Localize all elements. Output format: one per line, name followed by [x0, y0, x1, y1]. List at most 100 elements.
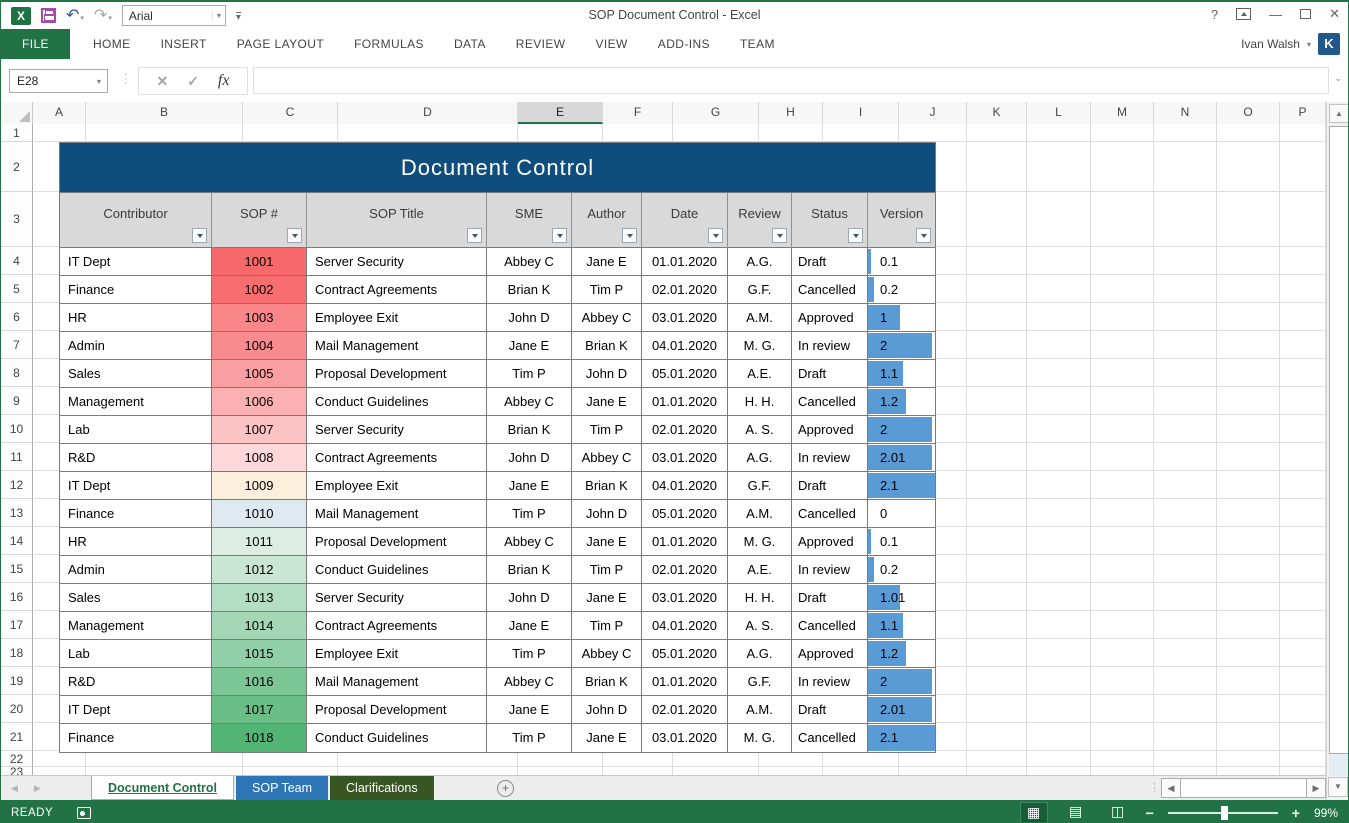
ribbon-tab-team[interactable]: TEAM	[725, 29, 790, 59]
cell-sop[interactable]: 1015	[212, 640, 307, 668]
cell-sme[interactable]: Jane E	[487, 332, 572, 360]
cell-title[interactable]: Mail Management	[307, 668, 487, 696]
row-header-14[interactable]: 14	[1, 527, 33, 555]
row-header-8[interactable]: 8	[1, 359, 33, 387]
cell-author[interactable]: Tim P	[572, 276, 642, 304]
cell-status[interactable]: In review	[792, 332, 868, 360]
cell-contributor[interactable]: HR	[60, 304, 212, 332]
cell-title[interactable]: Contract Agreements	[307, 276, 487, 304]
cell-version[interactable]: 2.1	[868, 724, 935, 752]
cell-contributor[interactable]: Management	[60, 388, 212, 416]
cell-version[interactable]: 0.2	[868, 556, 935, 584]
table-column-header-review[interactable]: Review	[728, 193, 792, 248]
row-header-19[interactable]: 19	[1, 667, 33, 695]
cell-date[interactable]: 02.01.2020	[642, 696, 728, 724]
cell-status[interactable]: Draft	[792, 584, 868, 612]
cell-sme[interactable]: Tim P	[487, 500, 572, 528]
filter-dropdown-icon[interactable]	[467, 228, 482, 243]
ribbon-tab-home[interactable]: HOME	[78, 29, 146, 59]
avatar[interactable]: K	[1318, 33, 1340, 55]
cell-sme[interactable]: Jane E	[487, 472, 572, 500]
row-header-5[interactable]: 5	[1, 275, 33, 303]
row-header-21[interactable]: 21	[1, 723, 33, 751]
table-column-header-date[interactable]: Date	[642, 193, 728, 248]
cell-date[interactable]: 01.01.2020	[642, 388, 728, 416]
column-header-A[interactable]: A	[33, 102, 86, 124]
scroll-left-icon[interactable]: ◀	[1161, 778, 1181, 798]
cell-contributor[interactable]: Lab	[60, 640, 212, 668]
cell-version[interactable]: 2	[868, 332, 935, 360]
filter-dropdown-icon[interactable]	[772, 228, 787, 243]
cell-author[interactable]: Brian K	[572, 668, 642, 696]
maximize-icon[interactable]	[1300, 9, 1311, 19]
cell-sop[interactable]: 1012	[212, 556, 307, 584]
cell-review[interactable]: A.E.	[728, 360, 792, 388]
cell-contributor[interactable]: Lab	[60, 416, 212, 444]
cell-status[interactable]: Cancelled	[792, 500, 868, 528]
table-column-header-sop[interactable]: SOP #	[212, 193, 307, 248]
column-header-F[interactable]: F	[603, 102, 673, 124]
cell-review[interactable]: H. H.	[728, 584, 792, 612]
row-header-7[interactable]: 7	[1, 331, 33, 359]
cell-title[interactable]: Mail Management	[307, 500, 487, 528]
ribbon-tab-insert[interactable]: INSERT	[146, 29, 222, 59]
vertical-scrollbar[interactable]: ▲ ▼	[1326, 102, 1349, 800]
cell-review[interactable]: A. S.	[728, 416, 792, 444]
cell-contributor[interactable]: IT Dept	[60, 472, 212, 500]
zoom-slider[interactable]	[1168, 812, 1278, 814]
cell-date[interactable]: 03.01.2020	[642, 304, 728, 332]
macro-record-icon[interactable]	[77, 807, 91, 819]
cell-review[interactable]: M. G.	[728, 528, 792, 556]
cell-date[interactable]: 02.01.2020	[642, 556, 728, 584]
user-name[interactable]: Ivan Walsh	[1241, 37, 1300, 51]
cell-sme[interactable]: Jane E	[487, 612, 572, 640]
cell-author[interactable]: John D	[572, 360, 642, 388]
sheet-tab-document-control[interactable]: Document Control	[91, 776, 234, 800]
cell-contributor[interactable]: HR	[60, 528, 212, 556]
cell-author[interactable]: Jane E	[572, 528, 642, 556]
ribbon-tab-view[interactable]: VIEW	[581, 29, 643, 59]
cell-sop[interactable]: 1006	[212, 388, 307, 416]
cell-review[interactable]: A.G.	[728, 640, 792, 668]
cell-review[interactable]: A.M.	[728, 500, 792, 528]
scroll-up-icon[interactable]: ▲	[1329, 104, 1349, 123]
cell-review[interactable]: A.G.	[728, 248, 792, 276]
cell-date[interactable]: 04.01.2020	[642, 612, 728, 640]
cell-author[interactable]: Jane E	[572, 724, 642, 752]
cell-review[interactable]: M. G.	[728, 332, 792, 360]
cell-title[interactable]: Contract Agreements	[307, 612, 487, 640]
filter-dropdown-icon[interactable]	[287, 228, 302, 243]
cell-status[interactable]: Draft	[792, 248, 868, 276]
scroll-down-icon-2[interactable]: ▼	[1328, 777, 1348, 797]
cell-review[interactable]: A.E.	[728, 556, 792, 584]
cell-date[interactable]: 02.01.2020	[642, 276, 728, 304]
cell-sme[interactable]: Abbey C	[487, 528, 572, 556]
row-header-13[interactable]: 13	[1, 499, 33, 527]
column-header-M[interactable]: M	[1091, 102, 1154, 124]
scroll-right-icon[interactable]: ▶	[1306, 778, 1326, 798]
table-column-header-version[interactable]: Version	[868, 193, 935, 248]
column-header-G[interactable]: G	[673, 102, 759, 124]
cell-sop[interactable]: 1005	[212, 360, 307, 388]
cell-title[interactable]: Server Security	[307, 584, 487, 612]
cell-author[interactable]: Jane E	[572, 248, 642, 276]
cell-sop[interactable]: 1008	[212, 444, 307, 472]
cell-sop[interactable]: 1007	[212, 416, 307, 444]
cell-review[interactable]: H. H.	[728, 388, 792, 416]
cell-sme[interactable]: Abbey C	[487, 248, 572, 276]
cell-author[interactable]: Abbey C	[572, 640, 642, 668]
cell-title[interactable]: Conduct Guidelines	[307, 556, 487, 584]
cell-status[interactable]: Draft	[792, 696, 868, 724]
cell-review[interactable]: G.F.	[728, 276, 792, 304]
cell-title[interactable]: Server Security	[307, 248, 487, 276]
cell-version[interactable]: 0	[868, 500, 935, 528]
cell-status[interactable]: Approved	[792, 304, 868, 332]
table-column-header-contributor[interactable]: Contributor	[60, 193, 212, 248]
cell-title[interactable]: Conduct Guidelines	[307, 724, 487, 752]
cell-version[interactable]: 0.1	[868, 248, 935, 276]
cell-version[interactable]: 0.2	[868, 276, 935, 304]
cell-title[interactable]: Proposal Development	[307, 360, 487, 388]
row-header-16[interactable]: 16	[1, 583, 33, 611]
cell-date[interactable]: 03.01.2020	[642, 724, 728, 752]
cell-sop[interactable]: 1014	[212, 612, 307, 640]
